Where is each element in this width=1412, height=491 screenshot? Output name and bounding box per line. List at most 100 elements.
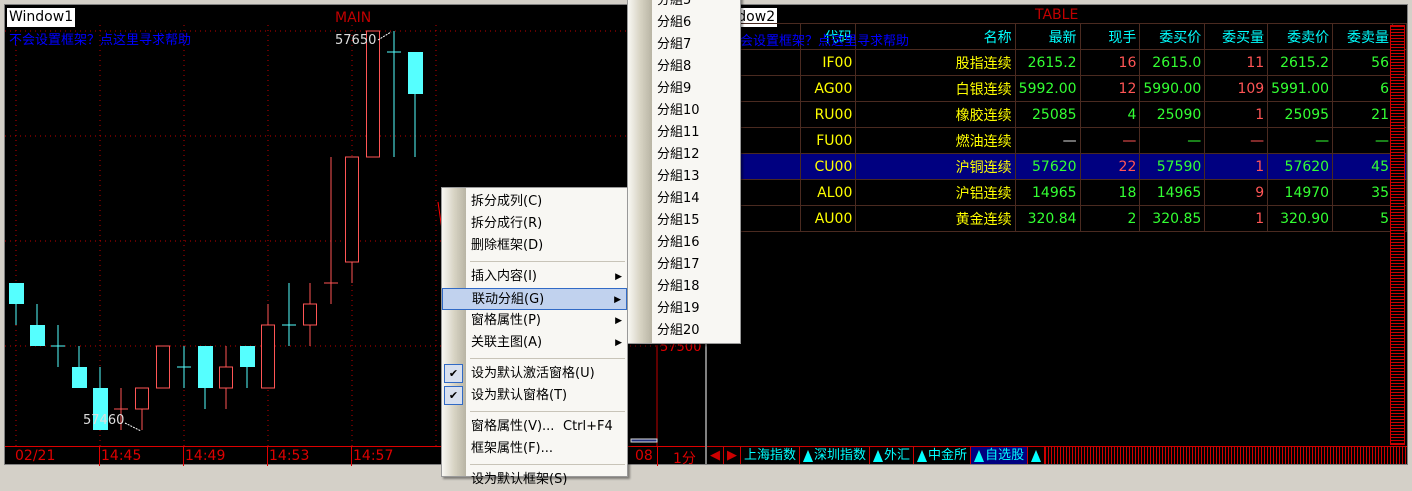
menu-item-label: 设为默认框架(S) (471, 472, 568, 487)
menu-separator (470, 358, 625, 359)
table-cell: 白银连续 (855, 75, 1016, 102)
table-cell: IF00 (800, 49, 857, 76)
menu-item[interactable]: 窗格属性(V)... Ctrl+F4 (442, 416, 627, 438)
candle-body (72, 367, 87, 388)
table-cell: 18 (1079, 179, 1141, 206)
tab-shanghai[interactable]: 上海指数 (741, 447, 801, 464)
menu-item-label: 设为默认窗格(T) (471, 388, 568, 403)
tab-more[interactable] (1028, 447, 1046, 464)
table-cell (735, 153, 802, 180)
table-cell: — (1267, 127, 1334, 154)
help-link[interactable]: 不会设置框架？点这里寻求帮助 (727, 30, 909, 49)
tab-shenzhen[interactable]: 深圳指数 (800, 447, 871, 464)
period-label[interactable]: 1分 (673, 448, 696, 468)
submenu-item[interactable]: 分組20 (628, 320, 740, 342)
tab-label: 外汇 (884, 448, 911, 463)
submenu-item[interactable]: 分組10 (628, 100, 740, 122)
submenu-item[interactable]: 分組17 (628, 254, 740, 276)
col-volume[interactable]: 现手 (1079, 23, 1141, 50)
table-cell: 2615.2 (1267, 49, 1334, 76)
time-label: 14:57 (353, 448, 394, 464)
table-cell: — (1204, 127, 1269, 154)
submenu-item[interactable]: 分組15 (628, 210, 740, 232)
tab-label: 自选股 (985, 448, 1025, 463)
menu-item[interactable]: 设为默认框架(S) (442, 469, 627, 491)
candle-body (30, 325, 45, 346)
submenu-item[interactable]: 分組14 (628, 188, 740, 210)
submenu-item[interactable]: 分組9 (628, 78, 740, 100)
menu-item[interactable]: 插入内容(I) ▶ (442, 266, 627, 288)
menu-item[interactable]: 拆分成列(C) (442, 191, 627, 213)
triangle-icon (917, 449, 928, 462)
tab-watchlist[interactable]: 自选股 (971, 447, 1029, 464)
submenu-item[interactable]: 分組16 (628, 232, 740, 254)
menu-item[interactable]: 窗格属性(P) ▶ (442, 310, 627, 332)
table-row[interactable]: 5CU00沪铜连续57620225759015762045 (707, 153, 1408, 180)
tab-cffex[interactable]: 中金所 (914, 447, 972, 464)
candle-body (219, 366, 233, 389)
horizontal-scrollbar[interactable] (1045, 447, 1407, 464)
table-cell: 4 (1079, 101, 1141, 128)
submenu-item[interactable]: 分組11 (628, 122, 740, 144)
menu-item[interactable]: ✔ 设为默认激活窗格(U) (442, 363, 627, 385)
menu-separator (470, 464, 625, 465)
table-row[interactable]: 6AL00沪铝连续14965181496591497035 (707, 179, 1408, 206)
table-cell: 14965 (1014, 179, 1081, 206)
time-label: 02/21 (15, 448, 56, 464)
submenu-item[interactable]: 分組19 (628, 298, 740, 320)
menu-item[interactable]: 联动分組(G) ▶ (442, 288, 627, 310)
table-cell: 56 (1332, 49, 1393, 76)
table-cell: 9 (1204, 179, 1269, 206)
submenu-item[interactable]: 分組8 (628, 56, 740, 78)
table-cell: 21 (1332, 101, 1393, 128)
table-cell: 5992.00 (1014, 75, 1081, 102)
table-row[interactable]: 3RU00橡胶连续2508542509012509521 (707, 101, 1408, 128)
tab-prev-icon[interactable]: ◀ (707, 447, 724, 464)
submenu-item[interactable]: 分組6 (628, 12, 740, 34)
table-cell (735, 101, 802, 128)
col-bid-size[interactable]: 委买量 (1204, 23, 1269, 50)
menu-item[interactable]: ✔ 设为默认窗格(T) (442, 385, 627, 407)
table-cell: 橡胶连续 (855, 101, 1016, 128)
low-price-label: 57460 (83, 413, 125, 428)
menu-item[interactable]: 删除框架(D) (442, 235, 627, 257)
menu-item-label: 拆分成列(C) (471, 194, 543, 209)
submenu-item[interactable]: 分組5 (628, 0, 740, 12)
col-last[interactable]: 最新 (1014, 23, 1081, 50)
menu-item-label: 插入内容(I) (471, 269, 537, 284)
submenu-item[interactable]: 分組13 (628, 166, 740, 188)
candle-body (366, 30, 380, 158)
table-cell: AU00 (800, 205, 857, 232)
menu-item[interactable]: 拆分成行(R) (442, 213, 627, 235)
time-label: 08 (635, 448, 653, 464)
tab-forex[interactable]: 外汇 (870, 447, 915, 464)
col-ask[interactable]: 委卖价 (1267, 23, 1334, 50)
menu-item-label: 框架属性(F)... (471, 441, 554, 456)
table-cell: 2 (1079, 205, 1141, 232)
submenu-item[interactable]: 分組7 (628, 34, 740, 56)
tab-next-icon[interactable]: ▶ (724, 447, 741, 464)
menu-item[interactable]: 框架属性(F)... (442, 438, 627, 460)
table-cell: 320.84 (1014, 205, 1081, 232)
table-cell: 57620 (1014, 153, 1081, 180)
help-link[interactable]: 不会设置框架？点这里寻求帮助 (9, 29, 191, 48)
check-icon: ✔ (444, 364, 463, 383)
vertical-scrollbar[interactable] (1390, 25, 1405, 445)
col-bid[interactable]: 委买价 (1139, 23, 1206, 50)
submenu-item[interactable]: 分組18 (628, 276, 740, 298)
menu-item-label: 窗格属性(P) (471, 313, 541, 328)
table-row[interactable]: 1IF00股指连续2615.2162615.0112615.256 (707, 49, 1408, 76)
table-cell: 1 (1204, 205, 1269, 232)
table-row[interactable]: 4FU00燃油连续—————— (707, 127, 1408, 154)
table-cell: — (1332, 127, 1393, 154)
table-row[interactable]: 2AG00白银连续5992.00125990.001095991.006 (707, 75, 1408, 102)
submenu-arrow-icon: ▶ (615, 272, 622, 282)
menu-item[interactable]: 关联主图(A) ▶ (442, 332, 627, 354)
window2-table-pane[interactable]: Window2 TABLE 代码 名称 最新 现手 委买价 委买量 委卖价 委卖… (706, 4, 1408, 465)
table-cell: CU00 (800, 153, 857, 180)
submenu-item[interactable]: 分組12 (628, 144, 740, 166)
col-ask-size[interactable]: 委卖量 (1332, 23, 1393, 50)
table-cell: 2615.2 (1014, 49, 1081, 76)
triangle-icon (873, 449, 884, 462)
table-row[interactable]: 7AU00黄金连续320.842320.851320.905 (707, 205, 1408, 232)
